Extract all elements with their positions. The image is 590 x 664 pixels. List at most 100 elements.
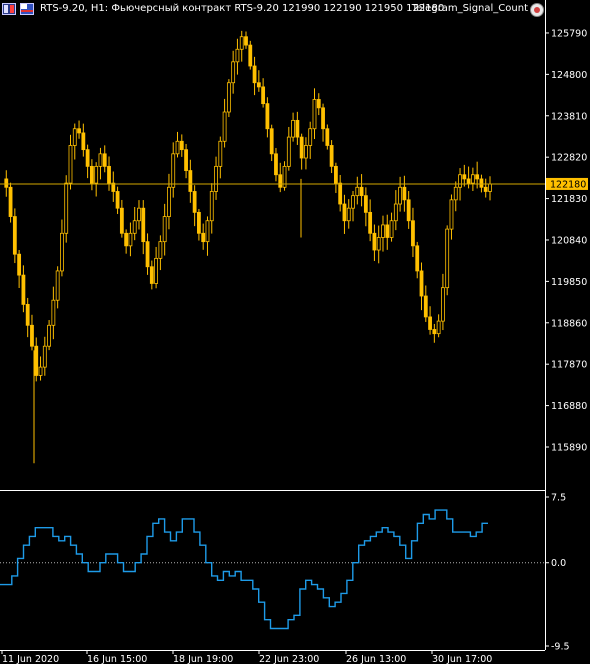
- candle: [102, 145, 107, 173]
- candle-body: [316, 99, 321, 109]
- candle: [372, 224, 377, 262]
- candle: [226, 79, 231, 118]
- candle: [278, 162, 283, 193]
- candle: [304, 137, 308, 170]
- candle-body: [128, 232, 133, 247]
- candle-body: [308, 128, 313, 146]
- price-tick-label: 124800: [551, 70, 587, 81]
- candle: [355, 176, 360, 205]
- osc-tick-label: 7.5: [551, 493, 566, 504]
- candle: [12, 208, 17, 264]
- candle: [312, 88, 317, 140]
- candle: [77, 120, 81, 139]
- candle-body: [132, 220, 137, 234]
- candle-body: [47, 324, 51, 347]
- chart-window-icon[interactable]: [2, 3, 16, 15]
- candle-body: [102, 153, 107, 167]
- candle: [441, 273, 445, 331]
- candle-body: [368, 211, 373, 234]
- candle: [393, 190, 398, 231]
- price-tick-label: 120840: [551, 235, 587, 246]
- candle: [265, 97, 270, 138]
- candle: [432, 323, 437, 343]
- candle-body: [51, 299, 56, 326]
- indicator-label: Telegram_Signal_Count: [411, 3, 528, 14]
- candle-body: [398, 186, 403, 205]
- candle: [252, 56, 257, 96]
- candle-body: [235, 48, 240, 63]
- candle: [453, 181, 458, 212]
- indicator-icon[interactable]: [529, 2, 545, 18]
- candle: [333, 162, 338, 193]
- candle-body: [436, 320, 441, 335]
- candle-body: [411, 220, 415, 247]
- candle-body: [81, 132, 86, 151]
- candle: [42, 336, 47, 376]
- osc-tick-label: 0.0: [551, 558, 566, 569]
- candle: [218, 136, 223, 179]
- candle-body: [42, 345, 47, 368]
- candle: [175, 131, 180, 158]
- candle: [171, 142, 176, 198]
- candle-body: [389, 220, 394, 238]
- candle-body: [428, 316, 432, 330]
- candle: [167, 173, 171, 230]
- osc-tick-label: -9.5: [551, 642, 570, 653]
- price-tick-label: 119850: [551, 277, 587, 288]
- candle: [419, 262, 424, 311]
- candle: [346, 199, 351, 229]
- candle: [449, 194, 454, 240]
- candle-body: [453, 186, 458, 201]
- candle: [111, 171, 116, 202]
- candle-body: [470, 174, 475, 184]
- price-chart[interactable]: 125790 124800 123810 122820 121830 120840 1198…: [0, 0, 590, 664]
- candle-body: [98, 153, 103, 167]
- candle: [214, 156, 218, 200]
- candle: [359, 174, 364, 207]
- candle: [436, 314, 441, 338]
- candle: [316, 93, 321, 116]
- candle: [98, 147, 103, 180]
- candle-body: [141, 207, 146, 243]
- candle: [209, 183, 214, 234]
- flag-icon[interactable]: [20, 3, 34, 15]
- candle-body: [372, 232, 377, 251]
- candle: [34, 337, 39, 382]
- candle: [274, 147, 278, 182]
- candle: [17, 250, 22, 289]
- price-tick-label: 115890: [551, 442, 587, 453]
- candle-body: [415, 245, 420, 272]
- candle-body: [325, 128, 330, 146]
- candle: [115, 186, 120, 214]
- candle-body: [239, 36, 244, 50]
- candle-body: [261, 86, 266, 105]
- candle-body: [4, 178, 9, 188]
- candle-body: [94, 165, 99, 184]
- candle-body: [214, 165, 218, 192]
- candle-body: [291, 119, 295, 138]
- candle-body: [342, 203, 347, 222]
- candle: [351, 190, 355, 222]
- candle: [483, 178, 488, 198]
- candle-body: [89, 165, 94, 184]
- candle-body: [55, 270, 60, 301]
- candle: [162, 203, 167, 256]
- candle: [299, 133, 304, 170]
- candle-body: [441, 287, 445, 322]
- candle: [30, 314, 34, 351]
- candle-body: [466, 178, 471, 184]
- candle: [488, 176, 492, 201]
- candle-body: [458, 174, 462, 188]
- candle-body: [423, 295, 428, 318]
- candle-body: [21, 274, 26, 305]
- candle: [308, 121, 313, 159]
- candle-body: [385, 224, 390, 238]
- candle-body: [479, 178, 484, 188]
- candle-body: [265, 103, 270, 130]
- candle-body: [363, 195, 368, 213]
- candle: [192, 185, 197, 227]
- candle: [376, 225, 381, 264]
- candle-body: [299, 136, 304, 159]
- time-tick-label: 11 Jun 2020: [2, 654, 59, 664]
- candle: [248, 40, 253, 70]
